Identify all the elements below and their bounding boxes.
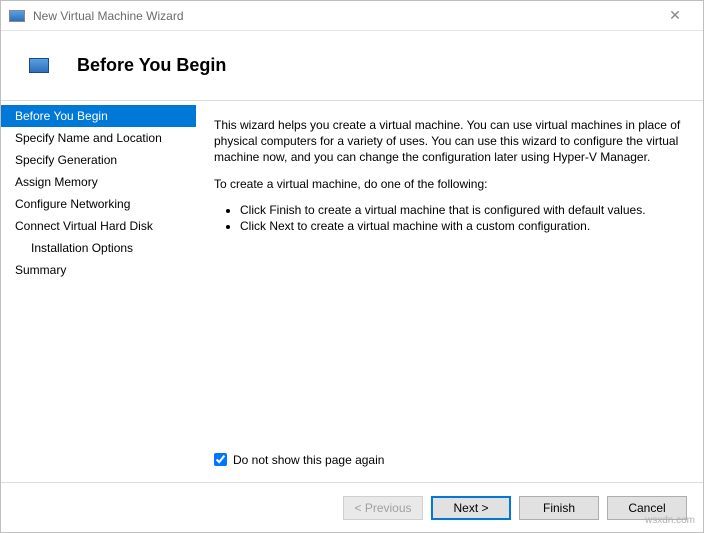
option-list: Click Finish to create a virtual machine… <box>214 202 681 234</box>
instruction-text: To create a virtual machine, do one of t… <box>214 176 681 192</box>
wizard-header: Before You Begin <box>1 31 703 101</box>
wizard-footer: < Previous Next > Finish Cancel <box>1 482 703 532</box>
close-icon[interactable]: ✕ <box>655 7 695 24</box>
list-item: Click Finish to create a virtual machine… <box>240 202 681 218</box>
sidebar-item-assign-memory[interactable]: Assign Memory <box>1 171 196 193</box>
dont-show-again-row[interactable]: Do not show this page again <box>214 452 681 468</box>
spacer <box>214 244 681 452</box>
sidebar-item-summary[interactable]: Summary <box>1 259 196 281</box>
previous-button: < Previous <box>343 496 423 520</box>
titlebar: New Virtual Machine Wizard ✕ <box>1 1 703 31</box>
wizard-icon <box>29 58 49 73</box>
finish-button[interactable]: Finish <box>519 496 599 520</box>
page-title: Before You Begin <box>77 55 226 76</box>
wizard-content: This wizard helps you create a virtual m… <box>196 101 703 482</box>
window-title: New Virtual Machine Wizard <box>33 9 655 23</box>
dont-show-again-label: Do not show this page again <box>233 452 384 468</box>
sidebar-item-connect-vhd[interactable]: Connect Virtual Hard Disk <box>1 215 196 237</box>
sidebar-item-configure-networking[interactable]: Configure Networking <box>1 193 196 215</box>
dont-show-again-checkbox[interactable] <box>214 453 227 466</box>
sidebar-item-installation-options[interactable]: Installation Options <box>1 237 196 259</box>
intro-text: This wizard helps you create a virtual m… <box>214 117 681 166</box>
sidebar-item-before-you-begin[interactable]: Before You Begin <box>1 105 196 127</box>
list-item: Click Next to create a virtual machine w… <box>240 218 681 234</box>
sidebar-item-specify-generation[interactable]: Specify Generation <box>1 149 196 171</box>
sidebar-item-specify-name[interactable]: Specify Name and Location <box>1 127 196 149</box>
wizard-body: Before You Begin Specify Name and Locati… <box>1 101 703 482</box>
wizard-window: New Virtual Machine Wizard ✕ Before You … <box>0 0 704 533</box>
next-button[interactable]: Next > <box>431 496 511 520</box>
cancel-button[interactable]: Cancel <box>607 496 687 520</box>
app-icon <box>9 10 25 22</box>
step-sidebar: Before You Begin Specify Name and Locati… <box>1 101 196 482</box>
